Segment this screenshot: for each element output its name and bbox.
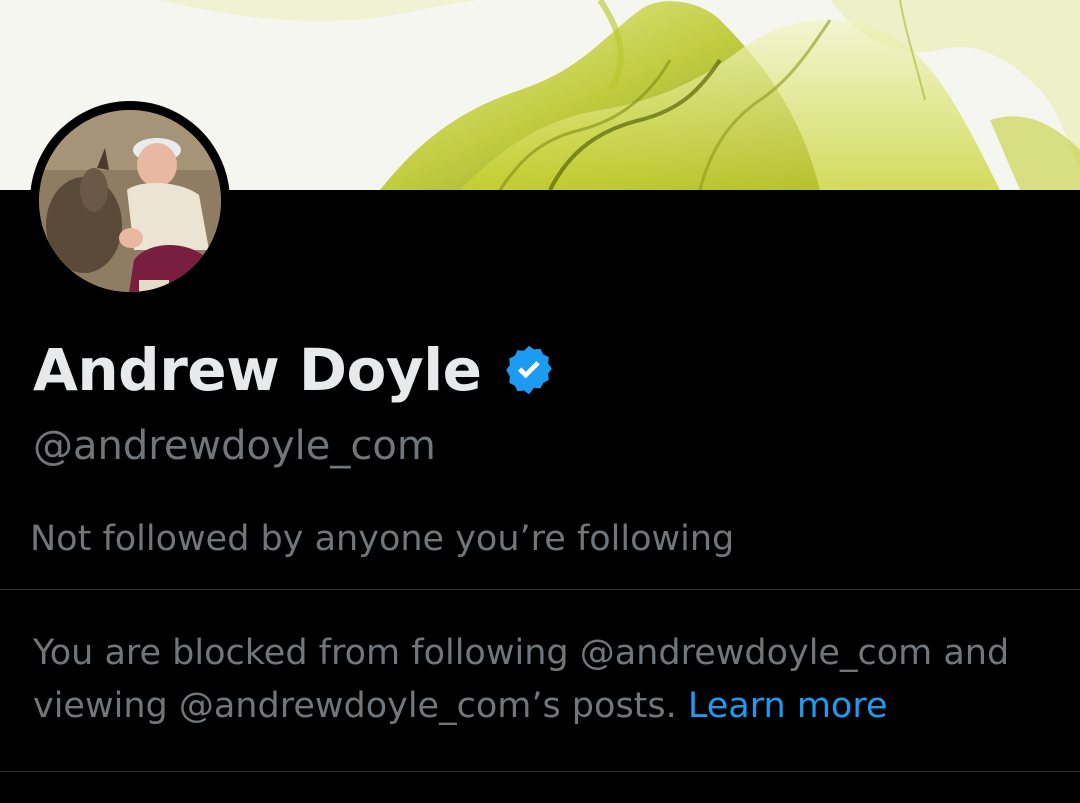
profile-page: Andrew Doyle @andrewdoyle_com Not follow… <box>0 0 1080 803</box>
followers-you-know-note[interactable]: Not followed by anyone you’re following <box>30 519 734 559</box>
profile-avatar[interactable] <box>30 101 230 301</box>
avatar-photo <box>39 110 221 292</box>
blocked-notice: You are blocked from following @andrewdo… <box>33 627 1073 733</box>
display-name-row: Andrew Doyle <box>33 333 557 407</box>
divider <box>0 771 1080 772</box>
divider <box>0 589 1080 590</box>
display-name: Andrew Doyle <box>33 336 482 404</box>
learn-more-link[interactable]: Learn more <box>688 686 888 726</box>
verified-badge-icon[interactable] <box>501 342 557 398</box>
profile-handle: @andrewdoyle_com <box>33 423 436 469</box>
